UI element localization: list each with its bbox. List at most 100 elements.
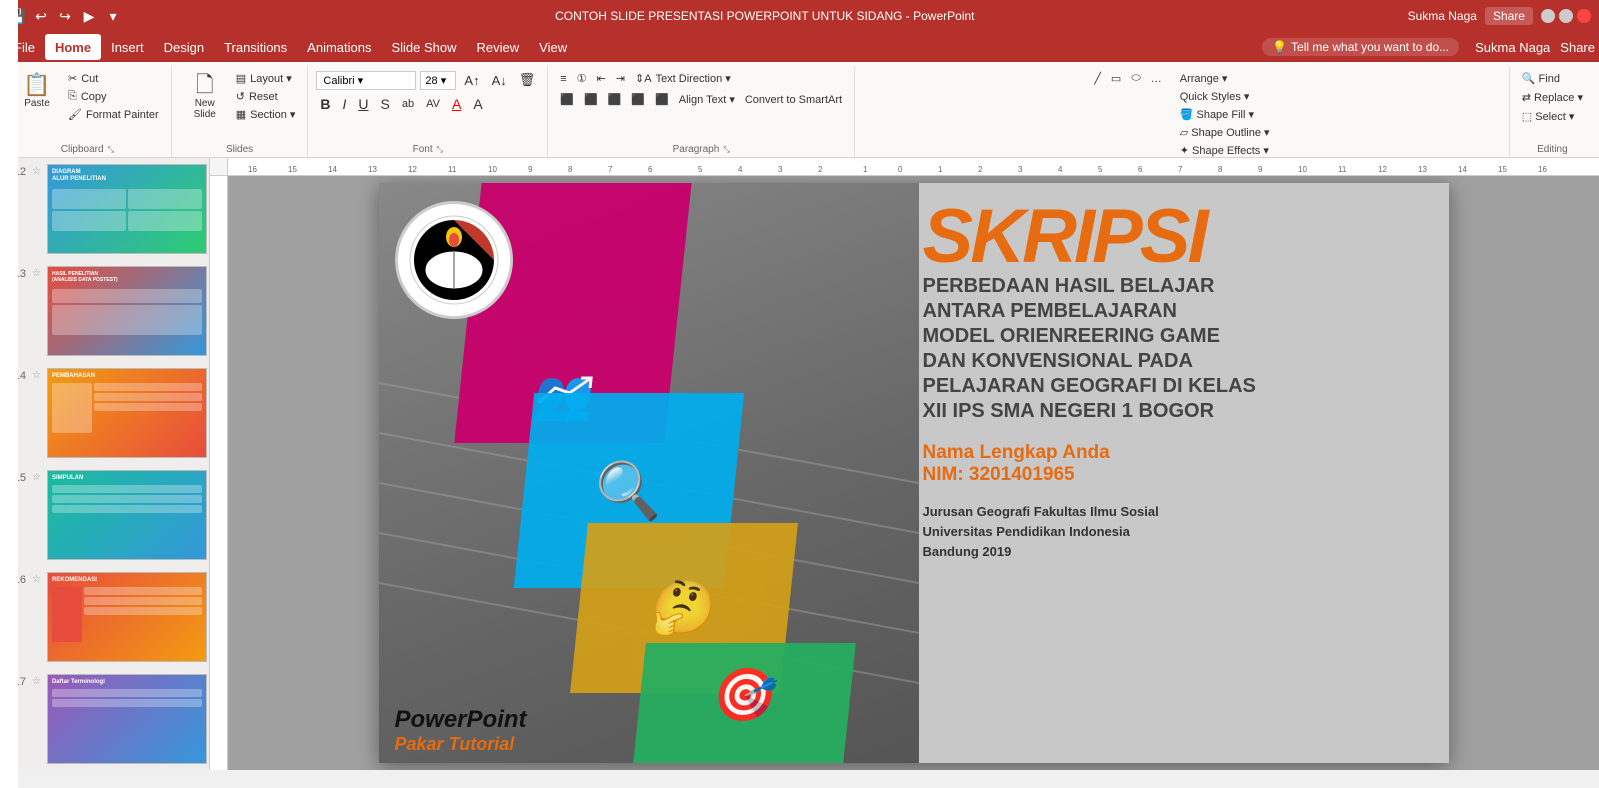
decrease-indent-button[interactable]: ⇤ bbox=[593, 70, 610, 87]
replace-button[interactable]: ⇄ Replace ▾ bbox=[1518, 89, 1587, 106]
select-button[interactable]: ⬚ Select ▾ bbox=[1518, 108, 1579, 125]
columns-button[interactable]: ⬛ bbox=[651, 91, 673, 108]
menu-review[interactable]: Review bbox=[467, 34, 530, 60]
shape-more-button[interactable]: … bbox=[1147, 70, 1166, 87]
menu-username[interactable]: Sukma Naga bbox=[1475, 40, 1550, 55]
undo-icon[interactable]: ↩ bbox=[32, 7, 50, 25]
shape-oval-button[interactable]: ⬭ bbox=[1127, 70, 1144, 87]
title-line2: ANTARA PEMBELAJARAN bbox=[923, 299, 1433, 324]
bold-button[interactable]: B bbox=[316, 94, 334, 114]
ribbon-group-slides: 🗋 NewSlide ▤ Layout ▾ ↺ Reset ▦ Section … bbox=[172, 66, 309, 157]
present-icon[interactable]: ▶ bbox=[80, 7, 98, 25]
slide-thumb-13[interactable]: 13 ☆ HASIL PENELITIAN(ANALISIS DATA POST… bbox=[0, 260, 209, 362]
increase-font-button[interactable]: A↑ bbox=[460, 71, 483, 90]
font-size-selector[interactable]: 28 ▾ bbox=[420, 71, 456, 90]
slide-thumbnail-16: REKOMENDASI bbox=[47, 572, 207, 662]
clear-format-button[interactable]: 🗑 bbox=[515, 70, 540, 90]
font-color-button[interactable]: A bbox=[448, 94, 465, 114]
reset-button[interactable]: ↺ Reset bbox=[232, 88, 300, 105]
slide-canvas-wrapper[interactable]: 👥 🔍 bbox=[228, 176, 1599, 770]
slide-thumb-16[interactable]: 16 ☆ REKOMENDASI bbox=[0, 566, 209, 668]
svg-text:5: 5 bbox=[698, 165, 703, 174]
text-direction-button[interactable]: ⇕A Text Direction ▾ bbox=[631, 70, 735, 87]
convert-smartart-button[interactable]: Convert to SmartArt bbox=[741, 92, 846, 108]
svg-text:6: 6 bbox=[648, 165, 653, 174]
italic-button[interactable]: I bbox=[339, 94, 351, 114]
format-painter-button[interactable]: 🖌 Format Painter bbox=[64, 106, 163, 123]
close-button[interactable] bbox=[1577, 9, 1591, 23]
maximize-button[interactable] bbox=[1559, 9, 1573, 23]
title-line6: XII IPS SMA NEGERI 1 BOGOR bbox=[923, 399, 1433, 424]
svg-text:2: 2 bbox=[978, 165, 983, 174]
align-text-button[interactable]: Align Text ▾ bbox=[675, 91, 739, 108]
increase-indent-button[interactable]: ⇥ bbox=[612, 70, 629, 87]
layout-button[interactable]: ▤ Layout ▾ bbox=[232, 70, 300, 87]
char-spacing-button[interactable]: AV bbox=[422, 96, 444, 112]
font-family-selector[interactable]: Calibri ▾ bbox=[316, 71, 416, 90]
user-name[interactable]: Sukma Naga bbox=[1408, 9, 1477, 23]
numbering-button[interactable]: ① bbox=[573, 70, 591, 87]
section-button[interactable]: ▦ Section ▾ bbox=[232, 106, 300, 123]
copy-icon: ⎘ bbox=[68, 90, 77, 103]
clipboard-label[interactable]: Clipboard ⤡ bbox=[12, 142, 163, 157]
menu-home[interactable]: Home bbox=[45, 34, 101, 60]
title-line1: PERBEDAAN HASIL BELAJAR bbox=[923, 274, 1433, 299]
slide-thumb-17[interactable]: 17 ☆ Daftar Terminologi bbox=[0, 668, 209, 770]
underline-button[interactable]: U bbox=[354, 94, 372, 114]
shadow-button[interactable]: ab bbox=[398, 96, 418, 112]
text-highlight-button[interactable]: A bbox=[469, 94, 486, 114]
svg-text:6: 6 bbox=[1138, 165, 1143, 174]
text-direction-icon: ⇕A bbox=[635, 72, 652, 85]
share-button[interactable]: Share bbox=[1485, 7, 1533, 25]
menu-design[interactable]: Design bbox=[154, 34, 214, 60]
cut-button[interactable]: ✂ Cut bbox=[64, 70, 163, 87]
paste-button[interactable]: 📋 Paste bbox=[12, 70, 62, 113]
align-right-button[interactable]: ⬛ bbox=[604, 91, 626, 108]
title-bar-left: 💾 ↩ ↪ ▶ ▾ bbox=[8, 7, 122, 25]
arrange-button[interactable]: Arrange ▾ bbox=[1176, 70, 1274, 87]
slide-thumb-12[interactable]: 12 ☆ DIAGRAMALUR PENELITIAN bbox=[0, 158, 209, 260]
horizontal-ruler: 16 15 14 13 12 11 10 9 8 7 6 5 4 3 bbox=[228, 158, 1599, 176]
drawing-tools-col: Arrange ▾ Quick Styles ▾ 🪣 Shape Fill ▾ … bbox=[1176, 70, 1274, 159]
window-controls bbox=[1541, 9, 1591, 23]
decrease-font-button[interactable]: A↓ bbox=[488, 71, 511, 90]
align-left-button[interactable]: ⬛ bbox=[556, 91, 578, 108]
copy-button[interactable]: ⎘ Copy bbox=[64, 88, 163, 105]
shape-rect-button[interactable]: ▭ bbox=[1107, 70, 1125, 87]
slide-thumb-15[interactable]: 15 ☆ SIMPULAN bbox=[0, 464, 209, 566]
strikethrough-button[interactable]: S bbox=[377, 94, 394, 114]
institution-section: Jurusan Geografi Fakultas Ilmu Sosial Un… bbox=[923, 502, 1433, 562]
menu-transitions[interactable]: Transitions bbox=[214, 34, 297, 60]
shape-outline-button[interactable]: ▱ Shape Outline ▾ bbox=[1176, 124, 1274, 141]
shape-effects-button[interactable]: ✦ Shape Effects ▾ bbox=[1176, 142, 1274, 159]
menu-slideshow[interactable]: Slide Show bbox=[381, 34, 466, 60]
quick-styles-button[interactable]: Quick Styles ▾ bbox=[1176, 88, 1274, 105]
minimize-button[interactable] bbox=[1541, 9, 1555, 23]
align-center-button[interactable]: ⬛ bbox=[580, 91, 602, 108]
paragraph-label[interactable]: Paragraph ⤡ bbox=[556, 142, 846, 157]
bullets-button[interactable]: ≡ bbox=[556, 71, 570, 87]
ribbon-group-drawing: ╱ ▭ ⬭ … Arrange ▾ Quick Styles ▾ 🪣 Shape… bbox=[855, 66, 1510, 157]
justify-button[interactable]: ⬛ bbox=[627, 91, 649, 108]
main-slide[interactable]: 👥 🔍 bbox=[379, 183, 1449, 763]
menu-view[interactable]: View bbox=[529, 34, 577, 60]
drawing-content: ╱ ▭ ⬭ … Arrange ▾ Quick Styles ▾ 🪣 Shape… bbox=[1090, 66, 1273, 159]
menu-share[interactable]: Share bbox=[1560, 40, 1595, 55]
find-button[interactable]: 🔍 Find bbox=[1518, 70, 1564, 87]
svg-text:5: 5 bbox=[1098, 165, 1103, 174]
customize-icon[interactable]: ▾ bbox=[104, 7, 122, 25]
menu-insert[interactable]: Insert bbox=[101, 34, 154, 60]
shape-fill-button[interactable]: 🪣 Shape Fill ▾ bbox=[1176, 106, 1274, 123]
font-label[interactable]: Font ⤡ bbox=[316, 142, 539, 157]
redo-icon[interactable]: ↪ bbox=[56, 7, 74, 25]
slide-thumb-14[interactable]: 14 ☆ PEMBAHASAN bbox=[0, 362, 209, 464]
shape-line-button[interactable]: ╱ bbox=[1090, 70, 1105, 87]
author-section: Nama Lengkap Anda NIM: 3201401965 bbox=[923, 442, 1433, 486]
menu-animations[interactable]: Animations bbox=[297, 34, 381, 60]
svg-text:3: 3 bbox=[1018, 165, 1023, 174]
tell-me-input[interactable]: 💡 Tell me what you want to do... bbox=[1262, 38, 1459, 56]
new-slide-button[interactable]: 🗋 NewSlide bbox=[180, 70, 230, 124]
panel-green: 🎯 bbox=[632, 643, 856, 763]
svg-text:11: 11 bbox=[448, 165, 457, 174]
font-row2: B I U S ab AV A A bbox=[316, 94, 486, 114]
